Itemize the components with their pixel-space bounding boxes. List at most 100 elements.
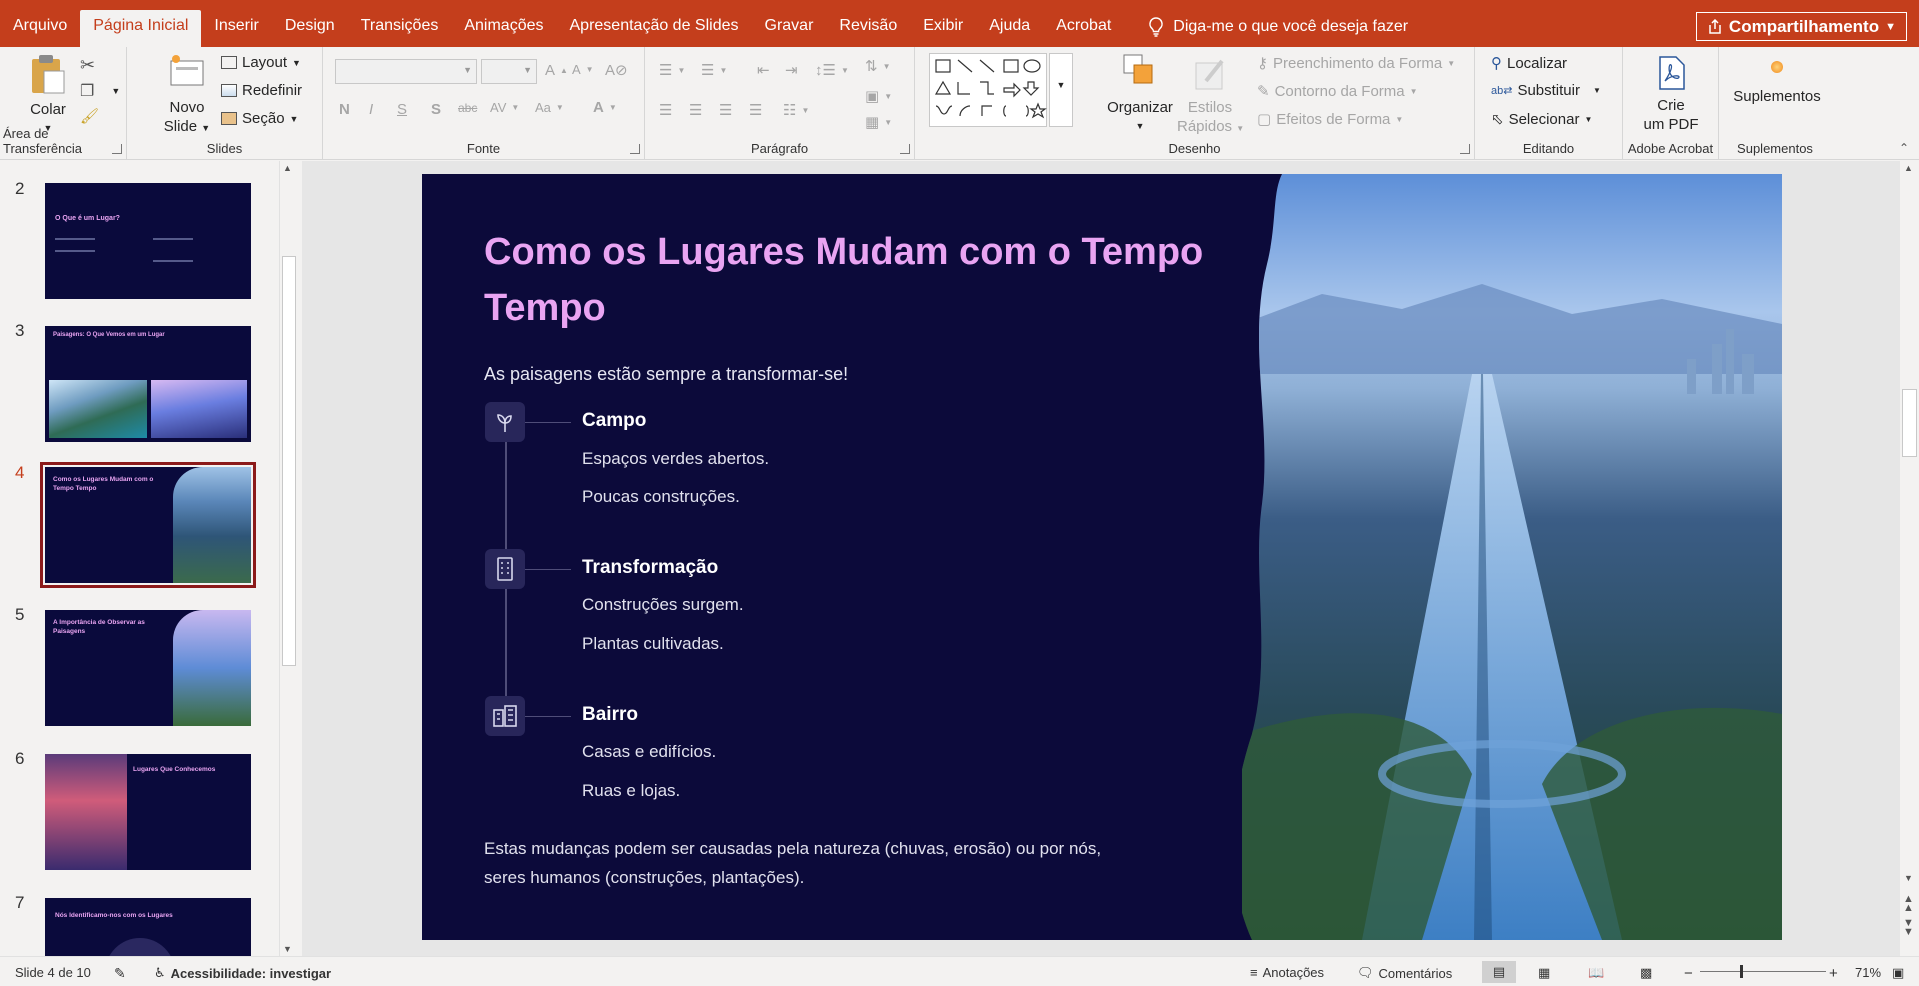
decrease-indent-button[interactable]: ⇤ xyxy=(757,61,770,79)
new-slide-button[interactable]: Novo Slide ▼ xyxy=(161,53,213,138)
shape-fill-button[interactable]: ⚷ Preenchimento da Forma ▼ xyxy=(1257,54,1455,73)
item-text[interactable]: Ruas e lojas. xyxy=(582,781,680,801)
item-text[interactable]: Casas e edifícios. xyxy=(582,742,716,762)
zoom-slider-thumb[interactable] xyxy=(1740,965,1743,978)
scroll-thumb[interactable] xyxy=(1902,389,1917,457)
item-heading[interactable]: Campo xyxy=(582,410,646,432)
shapes-more-button[interactable]: ▼ xyxy=(1049,53,1073,127)
aerial-city-photo[interactable] xyxy=(1242,174,1782,940)
arrange-button[interactable]: Organizar ▼ xyxy=(1107,53,1173,136)
tab-acrobat[interactable]: Acrobat xyxy=(1043,10,1124,47)
tab-design[interactable]: Design xyxy=(272,10,348,47)
normal-view-button[interactable]: ▤ xyxy=(1482,961,1516,983)
item-heading[interactable]: Transformação xyxy=(582,557,718,579)
increase-indent-button[interactable]: ⇥ xyxy=(785,61,798,79)
addins-button[interactable]: Suplementos xyxy=(1729,61,1825,106)
char-spacing-button[interactable]: AV ▼ xyxy=(490,100,519,115)
slide-thumbnail[interactable]: Paisagens: O Que Vemos em um Lugar xyxy=(45,326,251,442)
select-button[interactable]: ⬁ Selecionar ▼ xyxy=(1491,110,1592,129)
line-spacing-button[interactable]: ↕☰ ▼ xyxy=(815,61,849,79)
collapse-ribbon-icon[interactable]: ⌃ xyxy=(1899,141,1909,155)
zoom-slider[interactable] xyxy=(1700,965,1826,978)
slide-canvas[interactable]: Como os Lugares Mudam com o Tempo Tempo … xyxy=(422,174,1782,940)
notes-button[interactable]: ≡ Anotações xyxy=(1250,965,1324,980)
slide-thumbnail[interactable]: Lugares Que Conhecemos xyxy=(45,754,251,870)
slide-footer-text[interactable]: Estas mudanças podem ser causadas pela n… xyxy=(484,834,1204,892)
scroll-up-icon[interactable]: ▲ xyxy=(283,163,292,173)
scroll-up-icon[interactable]: ▲ xyxy=(1904,163,1913,173)
item-text[interactable]: Espaços verdes abertos. xyxy=(582,449,769,469)
slide-subtitle[interactable]: As paisagens estão sempre a transformar-… xyxy=(484,364,848,385)
replace-button[interactable]: ab⇄ Substituir ▼ xyxy=(1491,82,1601,99)
shape-outline-button[interactable]: ✎ Contorno da Forma ▼ xyxy=(1257,82,1418,101)
item-text[interactable]: Plantas cultivadas. xyxy=(582,634,724,654)
shadow-button[interactable]: S xyxy=(431,101,441,118)
numbering-button[interactable]: ☰ ▼ xyxy=(701,61,727,79)
item-text[interactable]: Construções surgem. xyxy=(582,595,744,615)
format-painter-button[interactable]: 🖌 xyxy=(80,107,99,125)
find-button[interactable]: ⚲ Localizar xyxy=(1491,54,1567,73)
strikethrough-button[interactable]: abc xyxy=(458,101,477,115)
reading-view-button[interactable]: 📖 xyxy=(1588,965,1604,981)
clear-format-button[interactable]: A⊘ xyxy=(605,61,628,79)
scroll-thumb[interactable] xyxy=(282,256,296,666)
share-button[interactable]: Compartilhamento ▼ xyxy=(1695,12,1907,41)
scroll-down-icon[interactable]: ▼ xyxy=(283,944,292,954)
slide-thumbnail[interactable]: A Importância de Observar as Paisagens xyxy=(45,610,251,726)
next-slide-icon[interactable]: ▼ ▼ xyxy=(1903,918,1914,938)
change-case-button[interactable]: Aa ▼ xyxy=(535,100,564,115)
align-center-button[interactable]: ☰ xyxy=(689,101,702,119)
tab-transicoes[interactable]: Transições xyxy=(348,10,452,47)
copy-button[interactable]: ❐ ▼ xyxy=(80,81,120,101)
tab-exibir[interactable]: Exibir xyxy=(910,10,976,47)
tell-me-box[interactable]: Diga-me o que você deseja fazer xyxy=(1124,10,1421,37)
zoom-level[interactable]: 71% xyxy=(1855,965,1881,980)
tab-inserir[interactable]: Inserir xyxy=(201,10,271,47)
bold-button[interactable]: N xyxy=(339,101,350,118)
align-left-button[interactable]: ☰ xyxy=(659,101,672,119)
previous-slide-icon[interactable]: ▲ ▲ xyxy=(1903,894,1914,914)
notes-page-icon[interactable]: ✎ xyxy=(114,965,126,982)
dialog-launcher[interactable] xyxy=(630,144,640,154)
font-size-select[interactable]: ▼ xyxy=(481,59,537,84)
tab-animacoes[interactable]: Animações xyxy=(451,10,556,47)
accessibility-button[interactable]: ♿ Acessibilidade: investigar xyxy=(154,965,331,981)
text-direction-button[interactable]: ⇅ ▼ xyxy=(865,57,891,75)
section-button[interactable]: Seção ▼ xyxy=(221,110,298,127)
tab-revisao[interactable]: Revisão xyxy=(826,10,910,47)
layout-button[interactable]: Layout ▼ xyxy=(221,54,301,71)
bullets-button[interactable]: ☰ ▼ xyxy=(659,61,685,79)
dialog-launcher[interactable] xyxy=(900,144,910,154)
dialog-launcher[interactable] xyxy=(1460,144,1470,154)
tab-arquivo[interactable]: Arquivo xyxy=(0,10,80,47)
comments-button[interactable]: 🗨 Comentários xyxy=(1357,965,1452,981)
slide-thumbnail[interactable]: Nós Identificamo-nos com os Lugares xyxy=(45,898,251,956)
slide-sorter-button[interactable]: ▦ xyxy=(1538,965,1550,981)
grow-font-button[interactable]: A ▲ xyxy=(545,62,568,79)
justify-button[interactable]: ☰ xyxy=(749,101,762,119)
font-color-button[interactable]: A ▼ xyxy=(593,99,617,116)
reset-button[interactable]: Redefinir xyxy=(221,82,302,99)
smartart-button[interactable]: ▦ ▼ xyxy=(865,113,892,131)
slide-title[interactable]: Como os Lugares Mudam com o Tempo Tempo xyxy=(484,224,1244,336)
thumbnail-scrollbar[interactable]: ▲ ▼ xyxy=(279,161,297,956)
dialog-launcher[interactable] xyxy=(112,144,122,154)
align-text-button[interactable]: ▣ ▼ xyxy=(865,87,892,105)
columns-button[interactable]: ☷ ▼ xyxy=(783,101,809,119)
tab-apresentacao[interactable]: Apresentação de Slides xyxy=(557,10,752,47)
font-family-select[interactable]: ▼ xyxy=(335,59,477,84)
quick-styles-button[interactable]: Estilos Rápidos ▼ xyxy=(1177,53,1244,138)
shape-effects-button[interactable]: ▢ Efeitos de Forma ▼ xyxy=(1257,110,1403,129)
align-right-button[interactable]: ☰ xyxy=(719,101,732,119)
shapes-gallery[interactable] xyxy=(929,53,1047,127)
cut-button[interactable]: ✂ xyxy=(80,55,95,76)
zoom-in-button[interactable]: + xyxy=(1829,965,1838,982)
scroll-down-icon[interactable]: ▼ xyxy=(1904,873,1913,883)
create-pdf-button[interactable]: Crie um PDF xyxy=(1637,55,1705,134)
fit-to-window-icon[interactable]: ▣ xyxy=(1892,965,1904,981)
slide-thumbnail-selected[interactable]: Como os Lugares Mudam com o Tempo Tempo xyxy=(40,462,256,588)
editor-scrollbar[interactable]: ▲ ▼ ▲ ▲ ▼ ▼ xyxy=(1900,161,1919,956)
zoom-out-button[interactable]: − xyxy=(1684,965,1693,982)
slideshow-button[interactable]: ▩ xyxy=(1640,965,1652,981)
slide-thumbnail[interactable]: O Que é um Lugar? xyxy=(45,183,251,299)
